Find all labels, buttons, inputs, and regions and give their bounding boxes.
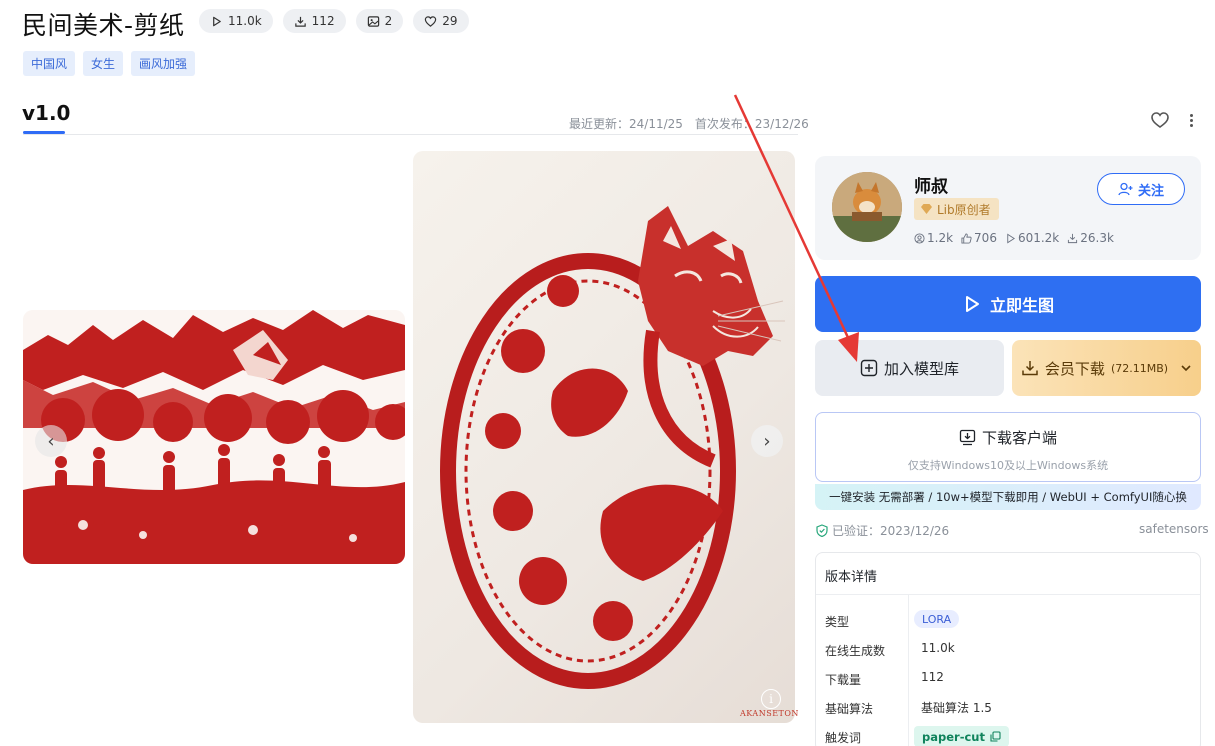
- client-download-label: 下载客户端: [981, 429, 1057, 447]
- author-stat-runs: 601.2k: [1005, 231, 1059, 245]
- version-dates: 最近更新：24/11/25 首次发布：23/12/26: [569, 115, 809, 132]
- stat-likes-value: 29: [442, 14, 458, 28]
- follow-button-label: 关注: [1137, 183, 1164, 199]
- shield-check-icon: [816, 524, 828, 537]
- stat-images: 2: [355, 9, 404, 33]
- image-info-icon[interactable]: i: [761, 689, 781, 709]
- tag-female[interactable]: 女生: [83, 51, 124, 76]
- download-icon: [1068, 233, 1078, 243]
- detail-key: 触发词: [825, 731, 862, 745]
- chevron-left-icon: ‹: [47, 430, 55, 452]
- client-download-note: 仅支持Windows10及以上Windows系统: [907, 459, 1109, 472]
- author-stat-followers-value: 1.2k: [927, 231, 954, 245]
- avatar[interactable]: [832, 172, 902, 242]
- version-tab[interactable]: v1.0: [22, 101, 70, 125]
- shiba-dog-avatar-image: [832, 172, 902, 242]
- follow-button[interactable]: 关注: [1097, 173, 1185, 205]
- version-details-title: 版本详情: [825, 570, 878, 585]
- diamond-icon: [921, 204, 932, 214]
- version-divider: [23, 134, 798, 135]
- gallery-next-button[interactable]: ›: [751, 425, 783, 457]
- gallery-image-landscape[interactable]: [23, 310, 405, 564]
- author-stats: 1.2k 706 601.2k 26.3k: [914, 231, 1114, 245]
- papercut-landscape-art: [23, 310, 405, 564]
- detail-value: 11.0k: [921, 641, 955, 655]
- member-download-size: (72.11MB): [1110, 361, 1169, 375]
- tag-style-boost[interactable]: 画风加强: [131, 51, 196, 76]
- author-stat-downloads-value: 26.3k: [1080, 231, 1114, 245]
- author-stat-likes: 706: [961, 231, 997, 245]
- play-icon: [1007, 233, 1015, 243]
- favorite-heart-icon[interactable]: [1150, 110, 1170, 130]
- first-published: 首次发布：23/12/26: [694, 117, 809, 131]
- play-icon: [213, 16, 221, 26]
- add-to-library-button[interactable]: 加入模型库: [815, 340, 1004, 396]
- stat-downloads-value: 112: [311, 14, 335, 28]
- detail-key: 类型: [825, 615, 850, 629]
- verified-date: 已验证：2023/12/26: [832, 524, 950, 538]
- stat-downloads: 112: [282, 9, 346, 33]
- version-details-panel: 版本详情 类型 LORA 在线生成数 11.0k 下载量 112 基础算法 基础…: [815, 552, 1201, 746]
- stat-pills: 11.0k 112 2 29: [199, 9, 469, 33]
- generate-image-button[interactable]: 立即生图: [815, 276, 1201, 332]
- author-stat-downloads: 26.3k: [1067, 231, 1114, 245]
- generate-image-label: 立即生图: [989, 296, 1054, 315]
- verified-status: 已验证：2023/12/26: [816, 522, 949, 539]
- member-download-label: 会员下载: [1044, 359, 1105, 378]
- creator-badge: Lib原创者: [914, 198, 999, 220]
- detail-row-online-runs: 在线生成数 11.0k: [816, 635, 1200, 664]
- stat-likes: 29: [413, 9, 469, 33]
- heart-icon: [425, 15, 437, 27]
- detail-row-trigger-word: 触发词 paper-cut: [816, 722, 1200, 746]
- trigger-word-text: paper-cut: [922, 729, 985, 744]
- stat-runs-value: 11.0k: [228, 14, 262, 28]
- download-icon: [1022, 361, 1038, 376]
- add-user-icon: [1118, 182, 1133, 196]
- type-badge: LORA: [914, 610, 960, 628]
- detail-key: 在线生成数: [825, 644, 886, 658]
- gallery-prev-button[interactable]: ‹: [35, 425, 67, 457]
- image-watermark: AKANSETON: [740, 709, 799, 718]
- creator-badge-label: Lib原创者: [937, 202, 991, 217]
- client-promo-banner: 一键安装 无需部署 / 10w+模型下载即用 / WebUI + ComfyUI…: [815, 484, 1201, 510]
- gallery-image-tiger[interactable]: [413, 151, 795, 723]
- detail-row-downloads: 下载量 112: [816, 664, 1200, 693]
- last-updated: 最近更新：24/11/25: [569, 117, 683, 131]
- member-download-button[interactable]: 会员下载 (72.11MB): [1012, 340, 1201, 396]
- image-icon: [367, 15, 379, 27]
- play-outline-icon: [965, 296, 979, 312]
- tag-chinese-style[interactable]: 中国风: [23, 51, 76, 76]
- tag-list: 中国风 女生 画风加强: [23, 51, 196, 76]
- plus-square-icon: [860, 359, 878, 377]
- detail-value: 基础算法 1.5: [921, 701, 992, 715]
- add-to-library-label: 加入模型库: [883, 359, 959, 378]
- model-format: safetensors: [1139, 522, 1209, 536]
- chevron-right-icon: ›: [763, 430, 771, 452]
- page-title: 民间美术-剪纸: [22, 11, 185, 40]
- detail-key: 下载量: [825, 673, 862, 687]
- stat-runs: 11.0k: [199, 9, 273, 33]
- trigger-word-chip[interactable]: paper-cut: [914, 726, 1009, 746]
- author-card: 师叔 Lib原创者 1.2k 706 601.2k 26.3k 关注: [815, 156, 1201, 260]
- detail-row-type: 类型 LORA: [816, 606, 1200, 635]
- download-box-icon: [959, 429, 976, 446]
- thumb-icon: [961, 232, 972, 244]
- more-options-icon[interactable]: [1184, 110, 1198, 130]
- stat-images-value: 2: [384, 14, 393, 28]
- chevron-down-icon[interactable]: [1180, 362, 1192, 374]
- detail-key: 基础算法: [825, 702, 874, 716]
- copy-icon[interactable]: [990, 731, 1001, 742]
- download-icon: [294, 16, 306, 27]
- author-name[interactable]: 师叔: [914, 172, 948, 197]
- author-stat-runs-value: 601.2k: [1017, 231, 1060, 245]
- user-icon: [914, 232, 925, 244]
- detail-row-base-model: 基础算法 基础算法 1.5: [816, 693, 1200, 722]
- papercut-tiger-art: [440, 206, 785, 689]
- details-divider: [816, 594, 1200, 595]
- author-stat-followers: 1.2k: [914, 231, 953, 245]
- client-download-title: 下载客户端: [816, 427, 1200, 448]
- client-download-button[interactable]: 下载客户端 仅支持Windows10及以上Windows系统: [815, 412, 1201, 482]
- author-stat-likes-value: 706: [974, 231, 997, 245]
- detail-value: 112: [921, 670, 944, 684]
